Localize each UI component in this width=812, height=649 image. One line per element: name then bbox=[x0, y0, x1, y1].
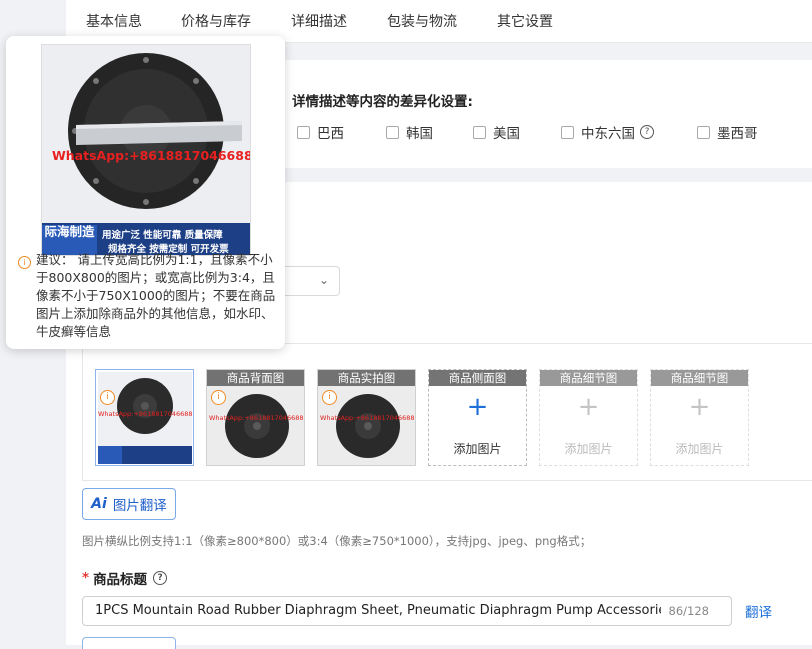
checkbox-usa[interactable]: 美国 bbox=[473, 122, 520, 142]
tab-packaging-logistics[interactable]: 包装与物流 bbox=[387, 11, 457, 31]
bottom-button[interactable] bbox=[82, 637, 176, 649]
product-title-input[interactable]: 1PCS Mountain Road Rubber Diaphragm Shee… bbox=[82, 596, 732, 626]
image-translate-button[interactable]: Ai 图片翻译 bbox=[82, 488, 176, 520]
image-slot-detail-2[interactable]: 商品细节图 + 添加图片 bbox=[650, 369, 749, 466]
slot-label: 商品背面图 bbox=[207, 370, 304, 386]
watermark-text: WhatsApp:+8618817046688 bbox=[209, 414, 304, 422]
checkbox-korea[interactable]: 韩国 bbox=[386, 122, 433, 142]
product-title-label: * 商品标题 ? bbox=[82, 568, 168, 588]
tooltip-slogan-1: 用途广泛 性能可靠 质量保障 bbox=[102, 230, 223, 241]
slot-label: 商品侧面图 bbox=[429, 370, 526, 386]
required-mark: * bbox=[82, 570, 90, 586]
add-image-text: 添加图片 bbox=[564, 442, 613, 456]
tooltip-watermark: WhatsApp:+8618817046688 bbox=[52, 148, 251, 163]
slot-label: 商品实拍图 bbox=[318, 370, 415, 386]
image-format-hint: 图片横纵比例支持1:1（像素≥800*800）或3:4（像素≥750*1000）… bbox=[82, 534, 592, 548]
checkbox-label: 墨西哥 bbox=[717, 126, 758, 142]
tooltip-text: 建议： 请上传宽高比例为1:1，且像素不小于800X800的图片；或宽高比例为3… bbox=[36, 252, 276, 339]
image-slot-real-shot[interactable]: 商品实拍图 i WhatsApp:+8618817046688 bbox=[317, 369, 416, 466]
warning-icon: i bbox=[18, 256, 31, 269]
slot-label: 商品细节图 bbox=[540, 370, 637, 386]
tab-other-settings[interactable]: 其它设置 bbox=[497, 11, 553, 31]
tab-detail-description[interactable]: 详细描述 bbox=[291, 11, 347, 31]
add-image-text: 添加图片 bbox=[453, 442, 502, 456]
checkbox-box[interactable] bbox=[561, 125, 574, 139]
tooltip-product-photo: WhatsApp:+8618817046688 际海制造 用途广泛 性能可靠 质… bbox=[41, 44, 251, 256]
checkbox-mexico[interactable]: 墨西哥 bbox=[697, 122, 758, 142]
help-icon[interactable]: ? bbox=[640, 125, 654, 139]
checkbox-label: 巴西 bbox=[317, 126, 344, 142]
checkbox-label: 美国 bbox=[493, 126, 520, 142]
diff-settings-title: 详情描述等内容的差异化设置: bbox=[292, 94, 473, 110]
warning-icon: i bbox=[211, 390, 226, 405]
image-slot-side[interactable]: 商品侧面图 + 添加图片 bbox=[428, 369, 527, 466]
image-slot-detail-1[interactable]: 商品细节图 + 添加图片 bbox=[539, 369, 638, 466]
checkbox-box[interactable] bbox=[473, 125, 486, 139]
slot-label: 商品细节图 bbox=[651, 370, 748, 386]
product-title-label-text: 商品标题 bbox=[93, 572, 148, 588]
image-translate-label: 图片翻译 bbox=[112, 498, 167, 514]
checkbox-box[interactable] bbox=[386, 125, 399, 139]
plus-icon: + bbox=[688, 392, 711, 422]
checkbox-box[interactable] bbox=[697, 125, 710, 139]
tab-price-stock[interactable]: 价格与库存 bbox=[181, 11, 251, 31]
checkbox-middle-east[interactable]: 中东六国? bbox=[561, 122, 654, 142]
ai-icon: Ai bbox=[91, 496, 107, 512]
plus-icon: + bbox=[466, 392, 489, 422]
image-slot-back[interactable]: 商品背面图 i WhatsApp:+8618817046688 bbox=[206, 369, 305, 466]
tab-basic-info[interactable]: 基本信息 bbox=[86, 11, 142, 31]
image-slot-main[interactable]: i WhatsApp:+8618817046688 bbox=[95, 369, 194, 466]
translate-link[interactable]: 翻译 bbox=[745, 601, 772, 621]
watermark-text: WhatsApp:+8618817046688 bbox=[98, 410, 193, 418]
checkbox-label: 中东六国 bbox=[581, 126, 635, 142]
warning-icon: i bbox=[100, 390, 115, 405]
product-photo bbox=[98, 372, 192, 464]
warning-icon: i bbox=[322, 390, 337, 405]
add-image-text: 添加图片 bbox=[675, 442, 724, 456]
plus-icon: + bbox=[577, 392, 600, 422]
watermark-text: WhatsApp:+8618817046688 bbox=[320, 414, 415, 422]
checkbox-label: 韩国 bbox=[406, 126, 433, 142]
char-count: 86/128 bbox=[668, 604, 709, 618]
product-title-value: 1PCS Mountain Road Rubber Diaphragm Shee… bbox=[95, 603, 661, 618]
checkbox-box[interactable] bbox=[297, 125, 310, 139]
chevron-down-icon: ⌄ bbox=[318, 273, 329, 287]
help-icon[interactable]: ? bbox=[153, 571, 168, 585]
checkbox-brazil[interactable]: 巴西 bbox=[297, 122, 344, 142]
diaphragm-image bbox=[42, 45, 250, 223]
image-tooltip-popover: WhatsApp:+8618817046688 际海制造 用途广泛 性能可靠 质… bbox=[6, 36, 285, 349]
